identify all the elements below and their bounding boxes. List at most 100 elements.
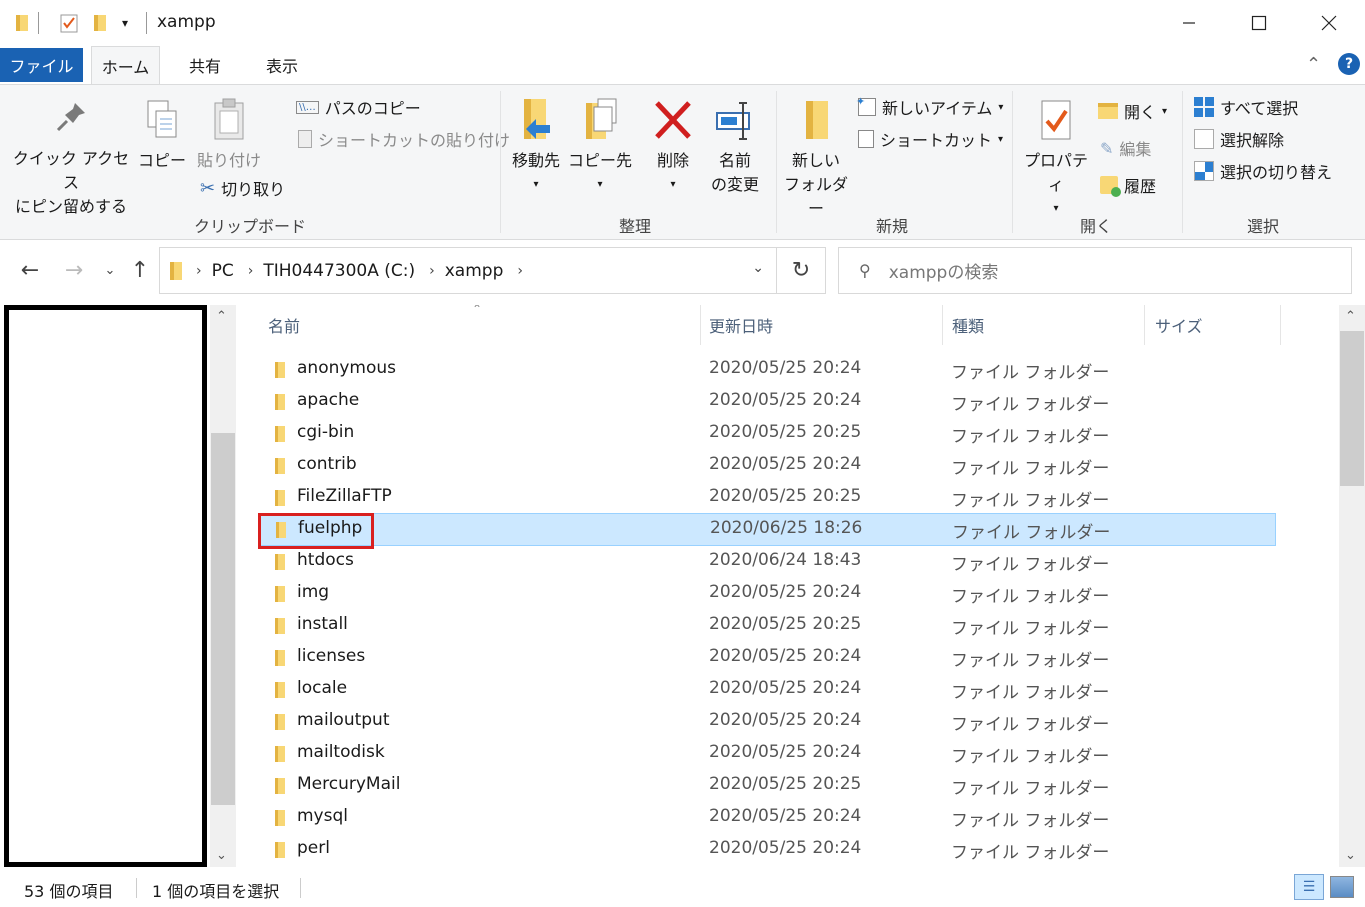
breadcrumb-xampp[interactable]: xampp — [445, 261, 504, 281]
copy-to-button[interactable]: コピー先 ▾ — [568, 97, 632, 197]
pin-quick-access-button[interactable]: クイック アクセス にピン留めする — [8, 99, 134, 219]
select-all-button[interactable]: すべて選択 — [1194, 95, 1298, 119]
status-bar: 53 個の項目 1 個の項目を選択 ☰ — [0, 867, 1365, 907]
chevron-right-icon[interactable]: › — [248, 263, 254, 279]
file-date: 2020/05/25 20:24 — [709, 678, 862, 698]
up-arrow-icon[interactable]: ↑ — [126, 257, 154, 283]
breadcrumb-pc[interactable]: PC — [212, 261, 234, 281]
cut-button[interactable]: ✂ 切り取り — [200, 176, 285, 200]
rename-button[interactable]: 名前 の変更 — [704, 97, 766, 197]
table-row-selected[interactable]: fuelphp 2020/06/25 18:26 ファイル フォルダー — [258, 513, 1276, 546]
breadcrumb-drive[interactable]: TIH0447300A (C:) — [263, 261, 415, 281]
scroll-up-icon[interactable]: ⌃ — [216, 309, 227, 324]
chevron-right-icon[interactable]: › — [429, 263, 435, 279]
scroll-down-icon[interactable]: ⌄ — [1345, 848, 1356, 863]
file-name: apache — [297, 390, 360, 410]
minimize-button[interactable] — [1154, 0, 1224, 46]
details-view-icon[interactable]: ☰ — [1294, 874, 1324, 900]
properties-button[interactable]: プロパティ ▾ — [1018, 97, 1094, 221]
properties-check-icon[interactable] — [58, 10, 80, 36]
column-header-name[interactable]: 名前 — [268, 305, 300, 345]
large-icons-view-icon[interactable] — [1330, 876, 1354, 898]
address-dropdown-icon[interactable]: ⌄ — [752, 260, 764, 276]
new-group-label: 新規 — [875, 217, 908, 236]
file-type: ファイル フォルダー — [951, 459, 1110, 479]
chevron-right-icon[interactable]: › — [517, 263, 523, 279]
search-placeholder[interactable]: xamppの検索 — [889, 258, 999, 283]
table-row[interactable]: perl 2020/05/25 20:24 ファイル フォルダー — [259, 834, 1275, 866]
new-item-button[interactable]: ✦ 新しいアイテム ▾ — [856, 95, 1004, 119]
address-bar[interactable]: › PC › TIH0447300A (C:) › xampp › ⌄ — [159, 247, 777, 294]
maximize-button[interactable] — [1224, 0, 1294, 46]
table-row[interactable]: mailoutput 2020/05/25 20:24 ファイル フォルダー — [259, 706, 1275, 738]
delete-button[interactable]: 削除 ▾ — [648, 97, 698, 197]
scroll-up-icon[interactable]: ⌃ — [1345, 309, 1356, 324]
file-list-scroll-thumb[interactable] — [1340, 331, 1364, 486]
help-icon[interactable]: ? — [1338, 53, 1360, 75]
refresh-button[interactable]: ↻ — [777, 247, 826, 294]
new-folder-quick-icon[interactable] — [92, 10, 110, 36]
file-list: ⌃ 名前 更新日時 種類 サイズ anonymous 2020/05/25 20… — [238, 305, 1338, 867]
status-divider — [136, 878, 137, 898]
open-folder-icon — [1098, 103, 1118, 119]
table-row[interactable]: img 2020/05/25 20:24 ファイル フォルダー — [259, 578, 1275, 610]
column-separator[interactable] — [1144, 305, 1145, 345]
new-folder-button[interactable]: 新しい フォルダー — [780, 97, 852, 221]
new-item-dropdown-icon: ▾ — [998, 101, 1004, 113]
invert-selection-button[interactable]: 選択の切り替え — [1194, 159, 1332, 183]
collapse-ribbon-icon[interactable]: ⌃ — [1306, 54, 1321, 75]
table-row[interactable]: mailtodisk 2020/05/25 20:24 ファイル フォルダー — [259, 738, 1275, 770]
shortcut-button[interactable]: ショートカット ▾ — [858, 127, 1003, 151]
rename-icon — [716, 102, 750, 140]
title-divider — [38, 12, 39, 34]
navigation-pane[interactable] — [4, 305, 207, 867]
scroll-down-icon[interactable]: ⌄ — [216, 848, 227, 863]
table-row[interactable]: htdocs 2020/06/24 18:43 ファイル フォルダー — [259, 546, 1275, 578]
table-row[interactable]: cgi-bin 2020/05/25 20:25 ファイル フォルダー — [259, 418, 1275, 450]
column-header-type[interactable]: 種類 — [952, 305, 984, 345]
back-arrow-icon[interactable]: ← — [16, 257, 44, 283]
recent-locations-icon[interactable]: ⌄ — [96, 257, 124, 283]
folder-icon — [271, 777, 289, 795]
file-type: ファイル フォルダー — [951, 395, 1110, 415]
edit-button[interactable]: ✎ 編集 — [1100, 136, 1151, 160]
navigation-pane-scroll-thumb[interactable] — [211, 433, 235, 805]
tab-home[interactable]: ホーム — [91, 46, 160, 84]
table-row[interactable]: licenses 2020/05/25 20:24 ファイル フォルダー — [259, 642, 1275, 674]
column-separator[interactable] — [942, 305, 943, 345]
tab-file[interactable]: ファイル — [0, 48, 83, 82]
forward-arrow-icon[interactable]: → — [60, 257, 88, 283]
file-date: 2020/05/25 20:25 — [709, 614, 862, 634]
column-header-date[interactable]: 更新日時 — [709, 305, 773, 345]
chevron-right-icon[interactable]: › — [196, 263, 202, 279]
table-row[interactable]: MercuryMail 2020/05/25 20:25 ファイル フォルダー — [259, 770, 1275, 802]
select-none-button[interactable]: 選択解除 — [1194, 127, 1284, 151]
table-row[interactable]: install 2020/05/25 20:25 ファイル フォルダー — [259, 610, 1275, 642]
column-separator[interactable] — [1280, 305, 1281, 345]
group-separator — [500, 91, 501, 233]
table-row[interactable]: contrib 2020/05/25 20:24 ファイル フォルダー — [259, 450, 1275, 482]
close-button[interactable] — [1294, 0, 1364, 46]
group-separator — [1012, 91, 1013, 233]
folder-icon — [271, 713, 289, 731]
table-row[interactable]: FileZillaFTP 2020/05/25 20:25 ファイル フォルダー — [259, 482, 1275, 514]
column-header-size[interactable]: サイズ — [1155, 305, 1203, 345]
quick-access-dropdown-icon[interactable]: ▾ — [122, 10, 128, 36]
paste-button[interactable]: 貼り付け — [194, 97, 264, 173]
copy-button[interactable]: コピー — [138, 97, 186, 173]
copy-path-button[interactable]: \\… パスのコピー — [296, 95, 421, 119]
table-row[interactable]: apache 2020/05/25 20:24 ファイル フォルダー — [259, 386, 1275, 418]
column-separator[interactable] — [700, 305, 701, 345]
paste-shortcut-button[interactable]: ショートカットの貼り付け — [298, 127, 510, 151]
open-button[interactable]: 開く ▾ — [1098, 99, 1167, 123]
history-button[interactable]: 履歴 — [1100, 173, 1156, 197]
file-date: 2020/05/25 20:24 — [709, 806, 862, 826]
table-row[interactable]: mysql 2020/05/25 20:24 ファイル フォルダー — [259, 802, 1275, 834]
table-row[interactable]: anonymous 2020/05/25 20:24 ファイル フォルダー — [259, 354, 1275, 386]
search-box[interactable]: ⚲ xamppの検索 — [838, 247, 1352, 294]
tab-view[interactable]: 表示 — [250, 46, 314, 84]
table-row[interactable]: locale 2020/05/25 20:24 ファイル フォルダー — [259, 674, 1275, 706]
file-name: cgi-bin — [297, 422, 355, 442]
tab-share[interactable]: 共有 — [175, 46, 235, 84]
move-to-button[interactable]: 移動先 ▾ — [508, 97, 564, 197]
